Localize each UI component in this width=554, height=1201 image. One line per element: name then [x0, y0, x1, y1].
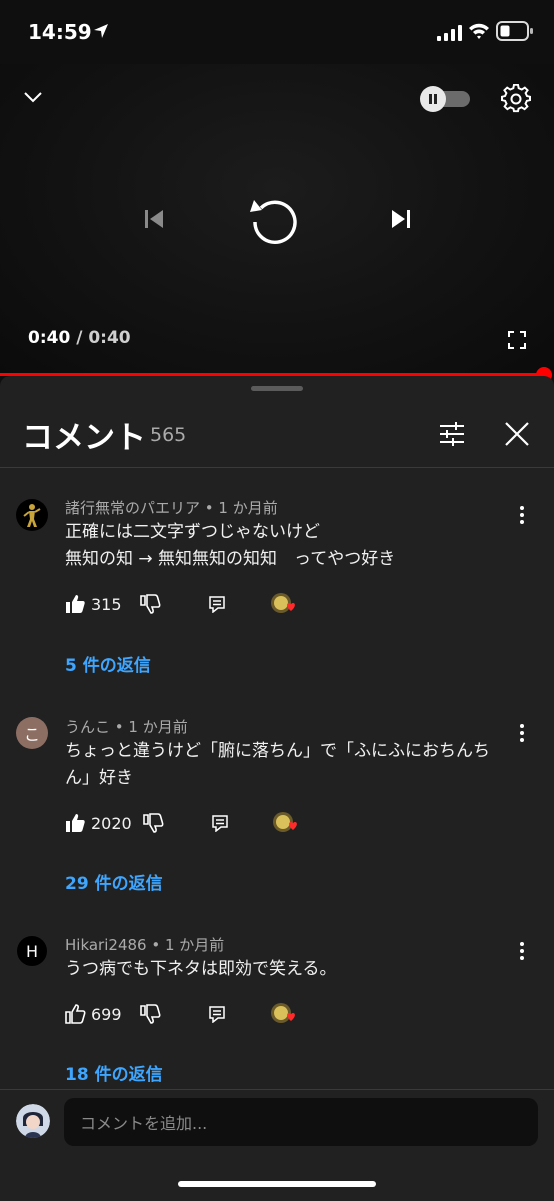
like-count: 699	[91, 1005, 122, 1024]
comment-line: ん」好き	[65, 768, 133, 788]
comment-age: 1 か月前	[128, 718, 188, 736]
current-time: 0:40	[28, 328, 71, 348]
drag-handle[interactable]	[251, 386, 303, 391]
comment-author[interactable]: うんこ	[65, 718, 110, 736]
thumbs-up-icon[interactable]	[64, 1003, 86, 1025]
creator-heart-icon	[271, 593, 295, 613]
battery-icon	[496, 21, 533, 41]
comment-count: 565	[150, 424, 187, 446]
thumbs-down-icon[interactable]	[142, 812, 164, 834]
close-icon[interactable]	[503, 420, 531, 448]
reply-icon[interactable]	[211, 814, 229, 832]
like-count: 2020	[91, 814, 132, 833]
wifi-icon	[469, 23, 489, 39]
comment-avatar[interactable]	[16, 499, 48, 531]
chevron-down-icon[interactable]	[22, 86, 44, 108]
location-arrow-icon	[94, 24, 108, 38]
fullscreen-icon[interactable]	[507, 330, 527, 350]
panel-divider	[0, 467, 554, 468]
panel-title: コメント	[22, 420, 146, 456]
view-replies-link[interactable]: 29 件の返信	[65, 869, 163, 894]
time-separator: /	[70, 328, 89, 348]
user-avatar-image	[16, 1104, 50, 1138]
reply-icon[interactable]	[208, 595, 226, 613]
previous-video-icon[interactable]	[141, 206, 167, 232]
comment-body: ちょっと違うけど「腑に落ちん」で「ふにふにおちんち ん」好き	[65, 738, 505, 792]
thumbs-up-icon[interactable]	[64, 812, 86, 834]
comment-avatar[interactable]: H	[16, 935, 48, 967]
comment-line: 正確には二文字ずつじゃないけど	[65, 522, 320, 542]
comment-avatar[interactable]: こ	[16, 717, 48, 749]
avatar-figure-icon	[23, 504, 41, 527]
comment-meta: うんこ • 1 か月前	[65, 718, 188, 736]
video-timecode: 0:40 / 0:40	[28, 328, 131, 348]
status-time: 14:59	[28, 20, 92, 44]
view-replies-link[interactable]: 18 件の返信	[65, 1060, 163, 1085]
more-options-icon[interactable]	[512, 723, 532, 743]
creator-heart-icon	[273, 812, 297, 832]
home-indicator[interactable]	[178, 1181, 376, 1187]
comment-author[interactable]: Hikari2486	[65, 936, 147, 954]
more-options-icon[interactable]	[512, 941, 532, 961]
cellular-signal-icon	[437, 25, 462, 41]
thumbs-down-icon[interactable]	[139, 1003, 161, 1025]
autoplay-toggle[interactable]	[420, 86, 470, 112]
gear-icon[interactable]	[501, 84, 531, 114]
comment-age: 1 か月前	[218, 499, 278, 517]
reply-icon[interactable]	[208, 1005, 226, 1023]
next-video-icon[interactable]	[388, 206, 414, 232]
like-count: 315	[91, 595, 122, 614]
comment-body: うつ病でも下ネタは即効で笑える。	[65, 956, 505, 983]
comment-age: 1 か月前	[164, 936, 225, 954]
comment-author[interactable]: 諸行無常のパエリア	[65, 499, 200, 517]
pause-icon	[429, 94, 437, 104]
comment-input[interactable]: コメントを追加...	[64, 1098, 538, 1146]
comment-body: 正確には二文字ずつじゃないけど 無知の知 → 無知無知の知知 ってやつ好き	[65, 519, 505, 573]
thumbs-down-icon[interactable]	[139, 593, 161, 615]
user-avatar[interactable]	[16, 1104, 50, 1138]
view-replies-link[interactable]: 5 件の返信	[65, 651, 151, 676]
comment-line: ちょっと違うけど「腑に落ちん」で「ふにふにおちんち	[65, 741, 490, 761]
comment-line: うつ病でも下ネタは即効で笑える。	[65, 959, 337, 979]
comment-meta: 諸行無常のパエリア • 1 か月前	[65, 499, 278, 517]
comment-line: 無知の知 → 無知無知の知知 ってやつ好き	[65, 549, 396, 569]
duration: 0:40	[88, 328, 131, 348]
more-options-icon[interactable]	[512, 505, 532, 525]
replay-icon[interactable]	[247, 192, 303, 248]
thumbs-up-icon[interactable]	[64, 593, 86, 615]
creator-heart-icon	[271, 1003, 295, 1023]
comment-meta: Hikari2486 • 1 か月前	[65, 936, 225, 954]
sort-filter-icon[interactable]	[438, 420, 466, 448]
